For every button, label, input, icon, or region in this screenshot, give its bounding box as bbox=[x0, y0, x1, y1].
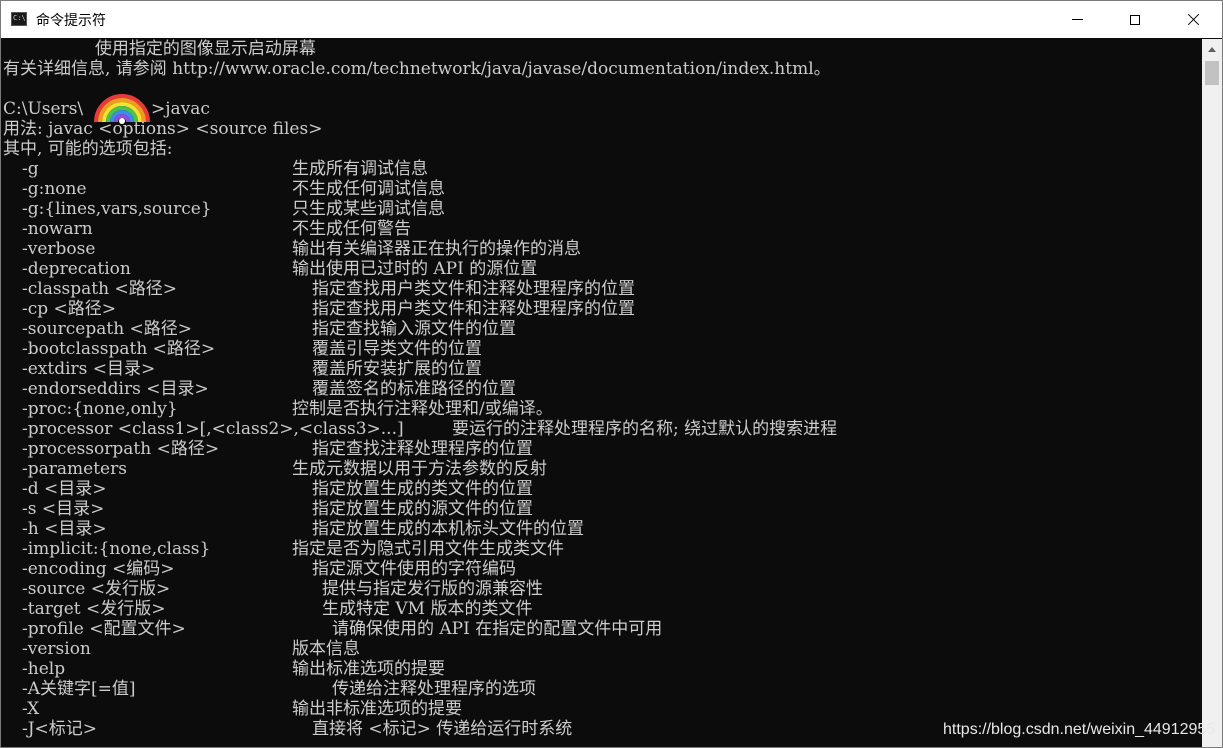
option-desc: 指定放置生成的类文件的位置 bbox=[312, 479, 533, 499]
option-flag: -J<标记> bbox=[22, 719, 98, 739]
prompt-prefix: C:\Users\ bbox=[3, 99, 84, 119]
option-flag: -source <发行版> bbox=[22, 579, 171, 599]
option-desc: 只生成某些调试信息 bbox=[292, 199, 445, 219]
option-desc: 生成元数据以用于方法参数的反射 bbox=[292, 459, 547, 479]
option-desc: 生成所有调试信息 bbox=[292, 159, 428, 179]
option-desc: 不生成任何警告 bbox=[292, 219, 411, 239]
option-flag: -extdirs <目录> bbox=[22, 359, 156, 379]
option-desc: 指定放置生成的本机标头文件的位置 bbox=[312, 519, 584, 539]
vertical-scrollbar[interactable] bbox=[1202, 39, 1222, 747]
option-flag: -encoding <编码> bbox=[22, 559, 175, 579]
scroll-up-button[interactable] bbox=[1202, 39, 1222, 59]
option-desc: 覆盖签名的标准路径的位置 bbox=[312, 379, 516, 399]
option-flag: -verbose bbox=[22, 239, 96, 259]
option-desc: 指定查找用户类文件和注释处理程序的位置 bbox=[312, 299, 635, 319]
option-flag: -version bbox=[22, 639, 91, 659]
close-icon bbox=[1187, 13, 1200, 26]
option-flag: -target <发行版> bbox=[22, 599, 166, 619]
option-desc: 输出有关编译器正在执行的操作的消息 bbox=[292, 239, 581, 259]
usage-line: 用法: javac <options> <source files> bbox=[3, 119, 323, 139]
title-bar[interactable]: C:\. 命令提示符 bbox=[1, 1, 1222, 38]
console-line-splash: 使用指定的图像显示启动屏幕 bbox=[3, 39, 316, 59]
minimize-icon bbox=[1071, 19, 1083, 20]
option-flag: -A关键字[=值] bbox=[22, 679, 136, 699]
option-desc: 覆盖引导类文件的位置 bbox=[312, 339, 482, 359]
maximize-button[interactable] bbox=[1106, 1, 1164, 38]
option-flag: -d <目录> bbox=[22, 479, 107, 499]
console-line-info: 有关详细信息, 请参阅 http://www.oracle.com/techne… bbox=[3, 59, 831, 79]
option-flag: -deprecation bbox=[22, 259, 131, 279]
option-desc: 请确保使用的 API 在指定的配置文件中可用 bbox=[332, 619, 663, 639]
option-desc: 指定查找用户类文件和注释处理程序的位置 bbox=[312, 279, 635, 299]
option-flag: -h <目录> bbox=[22, 519, 107, 539]
option-desc: 指定查找输入源文件的位置 bbox=[312, 319, 516, 339]
cmd-icon-text: C:\. bbox=[13, 14, 30, 22]
option-flag: -g:none bbox=[22, 179, 87, 199]
option-flag: -sourcepath <路径> bbox=[22, 319, 193, 339]
option-flag: -help bbox=[22, 659, 66, 679]
prompt-command: >javac bbox=[151, 99, 210, 119]
cmd-app-icon[interactable]: C:\. bbox=[11, 12, 30, 26]
option-flag: -X bbox=[22, 699, 40, 719]
option-flag: -g bbox=[22, 159, 39, 179]
scroll-thumb[interactable] bbox=[1205, 61, 1219, 85]
option-desc: 输出非标准选项的提要 bbox=[292, 699, 462, 719]
option-desc: 控制是否执行注释处理和/或编译。 bbox=[292, 399, 553, 419]
option-flag: -processorpath <路径> bbox=[22, 439, 220, 459]
option-desc: 输出标准选项的提要 bbox=[292, 659, 445, 679]
maximize-icon bbox=[1130, 14, 1140, 25]
arrow-up-icon bbox=[1208, 46, 1216, 52]
option-desc: 指定放置生成的源文件的位置 bbox=[312, 499, 533, 519]
option-desc: 输出使用已过时的 API 的源位置 bbox=[292, 259, 538, 279]
option-flag: -bootclasspath <路径> bbox=[22, 339, 216, 359]
option-flag: -profile <配置文件> bbox=[22, 619, 186, 639]
option-flag: -implicit:{none,class} bbox=[22, 539, 211, 559]
console-output[interactable]: 使用指定的图像显示启动屏幕 有关详细信息, 请参阅 http://www.ora… bbox=[1, 39, 1201, 747]
close-button[interactable] bbox=[1164, 1, 1222, 38]
option-flag: -cp <路径> bbox=[22, 299, 117, 319]
option-flag: -proc:{none,only} bbox=[22, 399, 178, 419]
option-desc: 指定查找注释处理程序的位置 bbox=[312, 439, 533, 459]
watermark-text: https://blog.csdn.net/weixin_44912955 bbox=[943, 721, 1216, 738]
option-desc: 版本信息 bbox=[292, 639, 360, 659]
option-desc: 传递给注释处理程序的选项 bbox=[332, 679, 536, 699]
option-desc: 要运行的注释处理程序的名称; 绕过默认的搜索进程 bbox=[452, 419, 838, 439]
option-desc: 覆盖所安装扩展的位置 bbox=[312, 359, 482, 379]
option-desc: 直接将 <标记> 传递给运行时系统 bbox=[312, 719, 573, 739]
option-flag: -classpath <路径> bbox=[22, 279, 177, 299]
option-flag: -g:{lines,vars,source} bbox=[22, 199, 212, 219]
option-flag: -s <目录> bbox=[22, 499, 105, 519]
option-flag: -processor <class1>[,<class2>,<class3>..… bbox=[22, 419, 404, 439]
option-desc: 不生成任何调试信息 bbox=[292, 179, 445, 199]
option-desc: 指定是否为隐式引用文件生成类文件 bbox=[292, 539, 564, 559]
option-flag: -endorseddirs <目录> bbox=[22, 379, 209, 399]
options-header: 其中, 可能的选项包括: bbox=[3, 139, 173, 159]
option-desc: 指定源文件使用的字符编码 bbox=[312, 559, 516, 579]
option-desc: 提供与指定发行版的源兼容性 bbox=[322, 579, 543, 599]
option-flag: -parameters bbox=[22, 459, 127, 479]
window-title: 命令提示符 bbox=[36, 12, 106, 28]
option-flag: -nowarn bbox=[22, 219, 93, 239]
command-prompt-window: C:\. 命令提示符 使用指定的图像显示启动屏幕 有关详细信息, 请参阅 htt… bbox=[0, 0, 1223, 748]
option-desc: 生成特定 VM 版本的类文件 bbox=[322, 599, 533, 619]
minimize-button[interactable] bbox=[1048, 1, 1106, 38]
